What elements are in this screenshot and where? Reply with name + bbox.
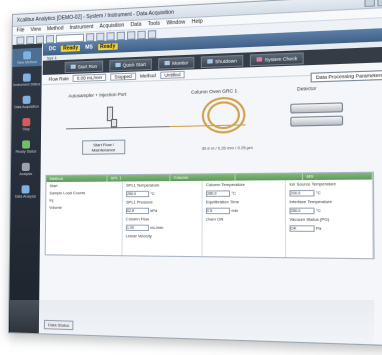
menu-window[interactable]: Window xyxy=(166,19,185,26)
check-icon xyxy=(256,57,263,62)
vacuum-status-value: OK xyxy=(289,225,315,232)
analysis-icon xyxy=(21,162,30,171)
equilibration-input[interactable]: 0.5 xyxy=(205,207,231,215)
flow-value: 0.00 mL/min xyxy=(72,73,107,83)
menu-help[interactable]: Help xyxy=(192,18,203,25)
spl-pressure-input[interactable]: 62.8 xyxy=(125,207,150,215)
shutdown-button[interactable]: Shutdown xyxy=(201,54,244,68)
sidebar-item-new-method[interactable]: New Method xyxy=(12,47,42,68)
method-label: Method xyxy=(140,72,156,79)
menu-method[interactable]: Method xyxy=(47,25,64,32)
column-label: Column Oven GRC 1 xyxy=(191,88,238,95)
maximize-button[interactable] xyxy=(377,0,382,6)
start-run-button[interactable]: Start Run xyxy=(64,59,104,73)
system-check-button[interactable]: System Check xyxy=(250,51,305,66)
flow-line xyxy=(66,126,170,130)
status-badge-ready-2: Ready xyxy=(97,43,118,51)
param-col-ms: Ion Source Temperature 200.0 °C Interfac… xyxy=(285,179,374,259)
sidebar-item-instrument-status[interactable]: Instrument Status xyxy=(12,70,42,89)
window-reflection xyxy=(10,300,374,355)
sidebar: New Method Instrument Status Data Acquis… xyxy=(8,43,43,334)
quick-icon xyxy=(115,62,121,68)
menu-acquisition[interactable]: Acquisition xyxy=(99,22,124,29)
run-state: Stopped xyxy=(110,72,136,81)
main-panel: DC Ready MS Ready Sys 1 Start Run Quick … xyxy=(40,27,382,345)
stop-icon xyxy=(22,117,31,126)
chart-icon xyxy=(21,184,30,193)
document-icon xyxy=(23,50,32,60)
quick-start-button[interactable]: Quick Start xyxy=(109,57,153,71)
interface-temp-input[interactable]: 250.0 xyxy=(289,207,315,215)
sidebar-item-data-acquisition[interactable]: Data Acquisition xyxy=(12,92,42,111)
menu-instrument[interactable]: Instrument xyxy=(70,24,94,31)
detector-label: Detector xyxy=(296,85,317,92)
monitor-button[interactable]: Monitor xyxy=(158,56,195,70)
sidebar-item-stop[interactable]: Stop xyxy=(11,115,41,134)
menu-file[interactable]: File xyxy=(17,27,25,33)
sidebar-item-ready-status[interactable]: Ready Status xyxy=(11,137,41,156)
column-flow-input[interactable]: 1.00 xyxy=(125,224,149,232)
spl-temp-input[interactable]: 280.0 xyxy=(126,190,150,198)
detector-unit-lower[interactable] xyxy=(290,115,344,127)
status-icon xyxy=(22,139,31,149)
method-value: Untitled xyxy=(160,70,185,80)
status-prefix: DC xyxy=(48,46,57,53)
play-icon xyxy=(70,64,76,69)
column-temp-input[interactable]: 280.0 xyxy=(205,190,231,197)
power-icon xyxy=(207,59,214,64)
parameters-panel: Method SPL 1 Column MS Start Sample Load… xyxy=(44,171,375,260)
flow-label: Flow Rate xyxy=(48,76,69,82)
instrument-diagram: Autosampler + Injection Port Column Oven… xyxy=(46,79,372,171)
detector-unit-upper[interactable] xyxy=(290,102,344,114)
acquisition-icon xyxy=(22,95,31,104)
start-flow-button[interactable]: Start Flow / Maintenance xyxy=(82,139,126,155)
status-mid: MS xyxy=(85,44,93,51)
menu-data[interactable]: Data xyxy=(130,21,141,28)
param-col-spl: SPL1 Temperature 280.0 °C SPL1 Pressure … xyxy=(122,180,203,257)
status-badge-ready: Ready xyxy=(61,44,81,52)
instrument-icon xyxy=(22,72,31,82)
menu-view[interactable]: View xyxy=(30,27,41,34)
sidebar-item-data-analysis[interactable]: Data Analysis xyxy=(11,182,41,201)
application-window: Xcalibur Analytics [DEMO-02] - System / … xyxy=(7,0,382,347)
column-note: 30.0 m / 0.25 mm / 0.25 µm xyxy=(201,145,253,151)
monitor-icon xyxy=(164,60,171,66)
menu-tools[interactable]: Tools xyxy=(148,21,160,28)
param-col-column: Column Temperature 280.0 °C Equilibratio… xyxy=(202,180,287,258)
ion-source-input[interactable]: 200.0 xyxy=(289,189,315,197)
minimize-button[interactable] xyxy=(364,0,376,7)
autosampler-label: Autosampler + Injection Port xyxy=(68,91,127,99)
param-col-method: Start Sample Load Counts Inj Volume xyxy=(45,181,123,256)
sidebar-item-analysis[interactable]: Analysis xyxy=(11,160,41,179)
injection-port xyxy=(110,118,118,128)
